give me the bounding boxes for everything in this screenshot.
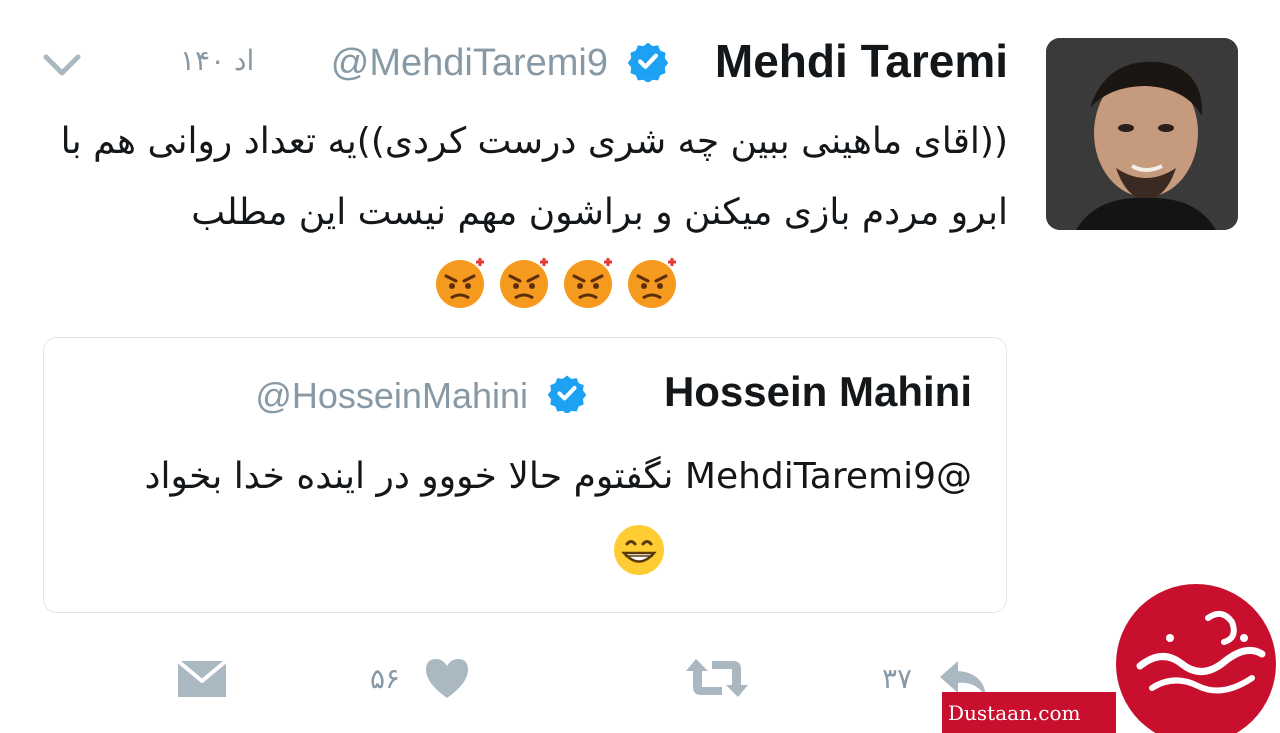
angry-face-icon bbox=[628, 258, 676, 308]
tweet-time[interactable]: ۱۴۰ اد bbox=[180, 44, 254, 77]
angry-face-icon bbox=[500, 258, 548, 308]
author-name[interactable]: Mehdi Taremi bbox=[715, 34, 1008, 88]
avatar[interactable] bbox=[1046, 38, 1238, 230]
chevron-down-icon[interactable] bbox=[42, 52, 82, 80]
angry-face-icon bbox=[436, 258, 484, 308]
retweet-button[interactable] bbox=[684, 655, 750, 701]
reply-count: ۳۷ bbox=[882, 661, 913, 695]
retweet-icon bbox=[686, 659, 748, 697]
angry-emoji-row bbox=[432, 256, 684, 310]
verified-badge-icon bbox=[627, 42, 669, 82]
quoted-author-name: Hossein Mahini bbox=[663, 368, 972, 415]
like-button[interactable]: ۵۶ bbox=[370, 655, 472, 701]
angry-face-icon bbox=[564, 258, 612, 308]
verified-badge-icon bbox=[547, 375, 587, 413]
like-count: ۵۶ bbox=[370, 661, 401, 695]
quoted-tweet-text: @MehdiTaremi9 نگفتوم حالا خووو در اینده … bbox=[144, 456, 972, 497]
envelope-icon bbox=[176, 659, 228, 697]
magazine-logo-icon bbox=[1116, 584, 1276, 733]
quoted-author-handle: @HosseinMahini bbox=[255, 375, 528, 416]
author-handle[interactable]: @MehdiTaremi9 bbox=[331, 42, 608, 85]
watermark-site: Dustaan.com bbox=[948, 701, 1081, 725]
profile-photo-icon bbox=[1046, 38, 1238, 230]
direct-message-button[interactable] bbox=[176, 657, 228, 701]
grinning-face-icon bbox=[614, 525, 664, 575]
heart-icon bbox=[426, 659, 469, 698]
tweet-text: ((اقای ماهینی ببین چه شری درست کردی))یه … bbox=[60, 121, 1008, 233]
